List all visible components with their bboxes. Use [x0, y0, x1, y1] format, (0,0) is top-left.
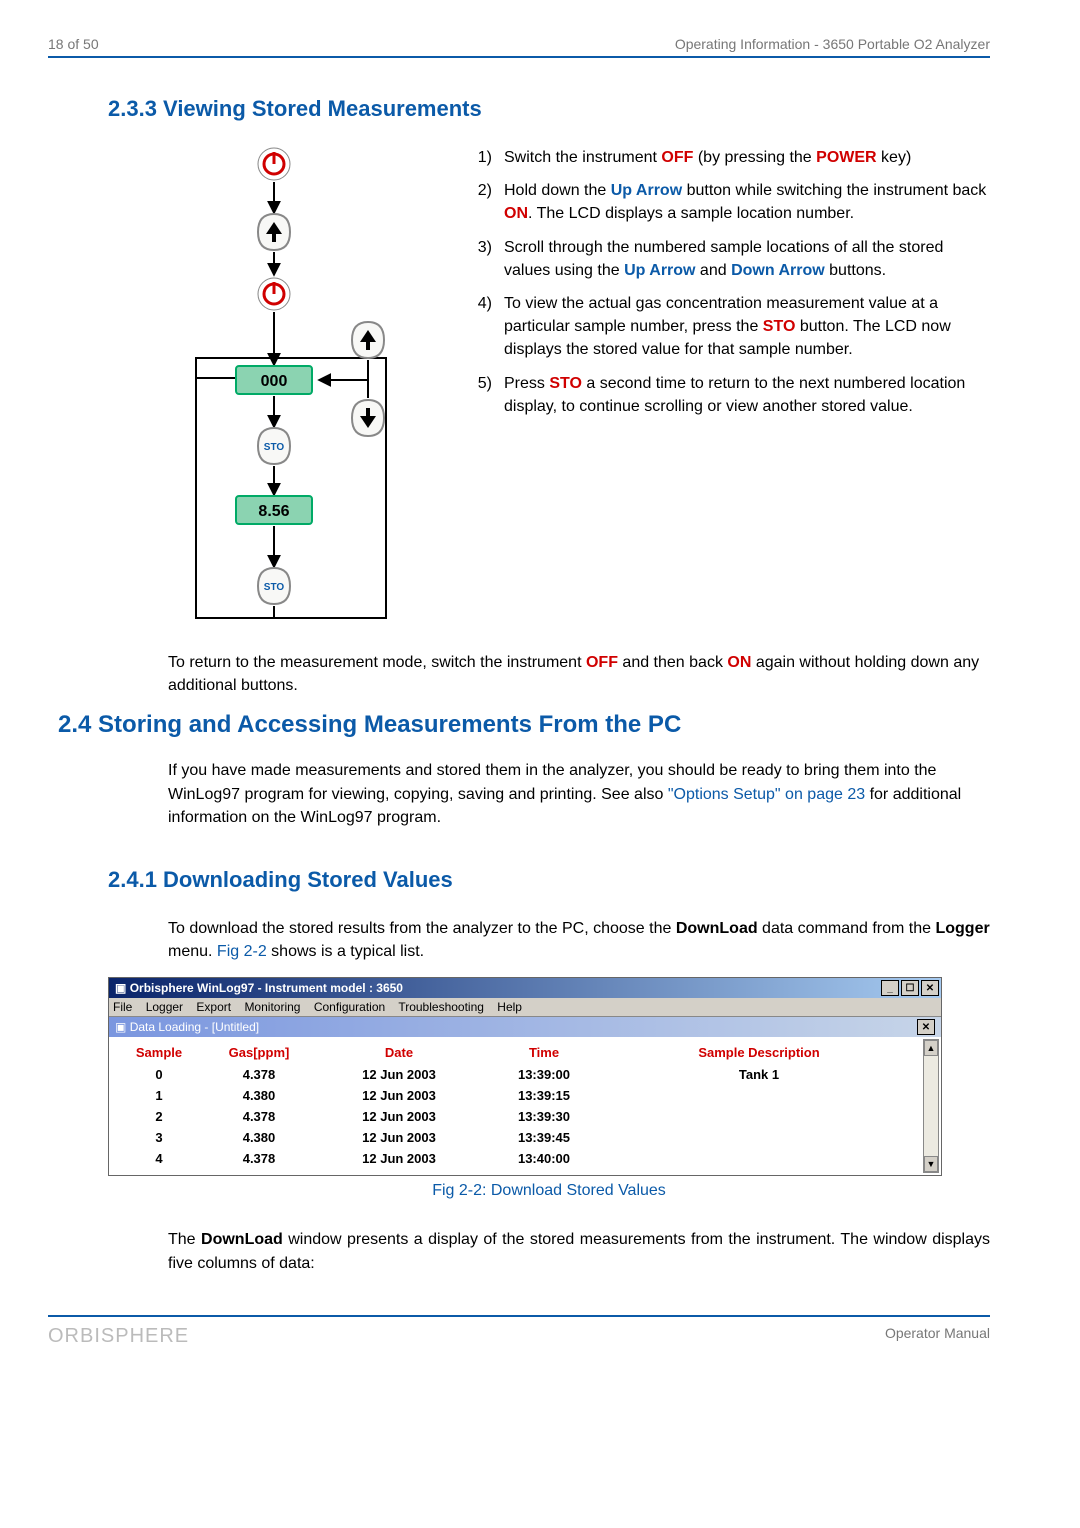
step-1: 1) Switch the instrument OFF (by pressin…	[470, 146, 990, 169]
section-233-title: 2.3.3 Viewing Stored Measurements	[108, 96, 990, 122]
step-num: 5)	[470, 372, 492, 418]
step-num: 1)	[470, 146, 492, 169]
header-rule	[48, 56, 990, 58]
cell-time: 13:39:45	[479, 1130, 609, 1145]
svg-text:STO: STO	[264, 442, 285, 453]
steps-list: 1) Switch the instrument OFF (by pressin…	[470, 146, 990, 651]
flow-diagram: 000 STO 8.56 STO	[108, 146, 438, 651]
vertical-scrollbar[interactable]: ▲ ▼	[923, 1039, 939, 1173]
fig-2-2-link[interactable]: Fig 2-2	[217, 943, 267, 960]
cell-sample: 2	[119, 1109, 199, 1124]
page-footer: ORBISPHERE Operator Manual	[48, 1325, 990, 1348]
pc-intro-para: If you have made measurements and stored…	[168, 759, 990, 829]
doc-title: Operating Information - 3650 Portable O2…	[675, 36, 990, 52]
col-time[interactable]: Time	[479, 1045, 609, 1060]
cell-date: 12 Jun 2003	[319, 1088, 479, 1103]
svg-text:STO: STO	[264, 582, 285, 593]
window-title: Orbisphere WinLog97 - Instrument model :…	[130, 981, 403, 995]
scroll-up-icon[interactable]: ▲	[924, 1040, 938, 1056]
child-title-bar[interactable]: ▣ Data Loading - [Untitled] ✕	[109, 1017, 941, 1037]
maximize-button[interactable]: ☐	[901, 980, 919, 996]
cell-time: 13:39:15	[479, 1088, 609, 1103]
col-date[interactable]: Date	[319, 1045, 479, 1060]
menu-help[interactable]: Help	[497, 1000, 522, 1014]
cell-gas: 4.380	[199, 1130, 319, 1145]
cell-date: 12 Jun 2003	[319, 1130, 479, 1145]
menu-export[interactable]: Export	[196, 1000, 231, 1014]
figure-caption: Fig 2-2: Download Stored Values	[108, 1182, 990, 1200]
section-241-title: 2.4.1 Downloading Stored Values	[108, 867, 990, 893]
table-row[interactable]: 44.37812 Jun 200313:40:00	[119, 1148, 941, 1169]
child-icon: ▣	[115, 1020, 126, 1034]
child-title: Data Loading - [Untitled]	[130, 1020, 259, 1034]
step-text: To view the actual gas concentration mea…	[504, 292, 990, 362]
child-close-button[interactable]: ✕	[917, 1019, 935, 1035]
step-text: Hold down the Up Arrow button while swit…	[504, 179, 990, 225]
table-row[interactable]: 14.38012 Jun 200313:39:15	[119, 1085, 941, 1106]
table-row[interactable]: 24.37812 Jun 200313:39:30	[119, 1106, 941, 1127]
diagram-value-text: 8.56	[258, 503, 289, 520]
scroll-down-icon[interactable]: ▼	[924, 1156, 938, 1172]
menu-file[interactable]: File	[113, 1000, 132, 1014]
cell-gas: 4.378	[199, 1109, 319, 1124]
page-header: 18 of 50 Operating Information - 3650 Po…	[48, 36, 990, 52]
menu-logger[interactable]: Logger	[146, 1000, 183, 1014]
data-grid: Sample Gas[ppm] Date Time Sample Descrip…	[109, 1037, 941, 1175]
cell-date: 12 Jun 2003	[319, 1151, 479, 1166]
cell-desc	[609, 1130, 909, 1145]
step-2: 2) Hold down the Up Arrow button while s…	[470, 179, 990, 225]
minimize-button[interactable]: _	[881, 980, 899, 996]
cell-desc	[609, 1088, 909, 1103]
title-bar[interactable]: ▣ Orbisphere WinLog97 - Instrument model…	[109, 978, 941, 998]
menu-troubleshooting[interactable]: Troubleshooting	[398, 1000, 484, 1014]
menu-configuration[interactable]: Configuration	[314, 1000, 385, 1014]
cell-date: 12 Jun 2003	[319, 1109, 479, 1124]
col-desc[interactable]: Sample Description	[609, 1045, 909, 1060]
table-row[interactable]: 04.37812 Jun 200313:39:00Tank 1	[119, 1064, 941, 1085]
diagram-counter-text: 000	[261, 373, 288, 390]
winlog97-window: ▣ Orbisphere WinLog97 - Instrument model…	[108, 977, 942, 1176]
cell-gas: 4.378	[199, 1151, 319, 1166]
step-5: 5) Press STO a second time to return to …	[470, 372, 990, 418]
cell-gas: 4.380	[199, 1088, 319, 1103]
doc-kind: Operator Manual	[885, 1325, 990, 1348]
cell-sample: 0	[119, 1067, 199, 1082]
col-sample[interactable]: Sample	[119, 1045, 199, 1060]
cell-time: 13:40:00	[479, 1151, 609, 1166]
download-para: To download the stored results from the …	[168, 917, 990, 963]
cell-sample: 1	[119, 1088, 199, 1103]
col-gas[interactable]: Gas[ppm]	[199, 1045, 319, 1060]
cell-time: 13:39:30	[479, 1109, 609, 1124]
brand-name: ORBISPHERE	[48, 1325, 189, 1348]
cell-sample: 3	[119, 1130, 199, 1145]
cell-desc: Tank 1	[609, 1067, 909, 1082]
footer-rule	[48, 1315, 990, 1317]
options-setup-link[interactable]: "Options Setup" on page 23	[668, 786, 865, 803]
menu-bar: File Logger Export Monitoring Configurat…	[109, 998, 941, 1017]
close-button[interactable]: ✕	[921, 980, 939, 996]
step-3: 3) Scroll through the numbered sample lo…	[470, 236, 990, 282]
column-headers: Sample Gas[ppm] Date Time Sample Descrip…	[119, 1041, 941, 1064]
flow-diagram-svg: 000 STO 8.56 STO	[108, 146, 438, 646]
step-num: 3)	[470, 236, 492, 282]
step-text: Scroll through the numbered sample locat…	[504, 236, 990, 282]
cell-desc	[609, 1109, 909, 1124]
app-icon: ▣	[115, 981, 126, 995]
table-row[interactable]: 34.38012 Jun 200313:39:45	[119, 1127, 941, 1148]
cell-desc	[609, 1151, 909, 1166]
step-num: 4)	[470, 292, 492, 362]
step-num: 2)	[470, 179, 492, 225]
outro-para: The DownLoad window presents a display o…	[168, 1228, 990, 1274]
step-4: 4) To view the actual gas concentration …	[470, 292, 990, 362]
menu-monitoring[interactable]: Monitoring	[244, 1000, 300, 1014]
cell-time: 13:39:00	[479, 1067, 609, 1082]
step-text: Switch the instrument OFF (by pressing t…	[504, 146, 911, 169]
step-text: Press STO a second time to return to the…	[504, 372, 990, 418]
page-number: 18 of 50	[48, 36, 99, 52]
return-to-measure-para: To return to the measurement mode, switc…	[168, 651, 990, 697]
cell-date: 12 Jun 2003	[319, 1067, 479, 1082]
section-24-title: 2.4 Storing and Accessing Measurements F…	[58, 711, 990, 739]
cell-gas: 4.378	[199, 1067, 319, 1082]
cell-sample: 4	[119, 1151, 199, 1166]
